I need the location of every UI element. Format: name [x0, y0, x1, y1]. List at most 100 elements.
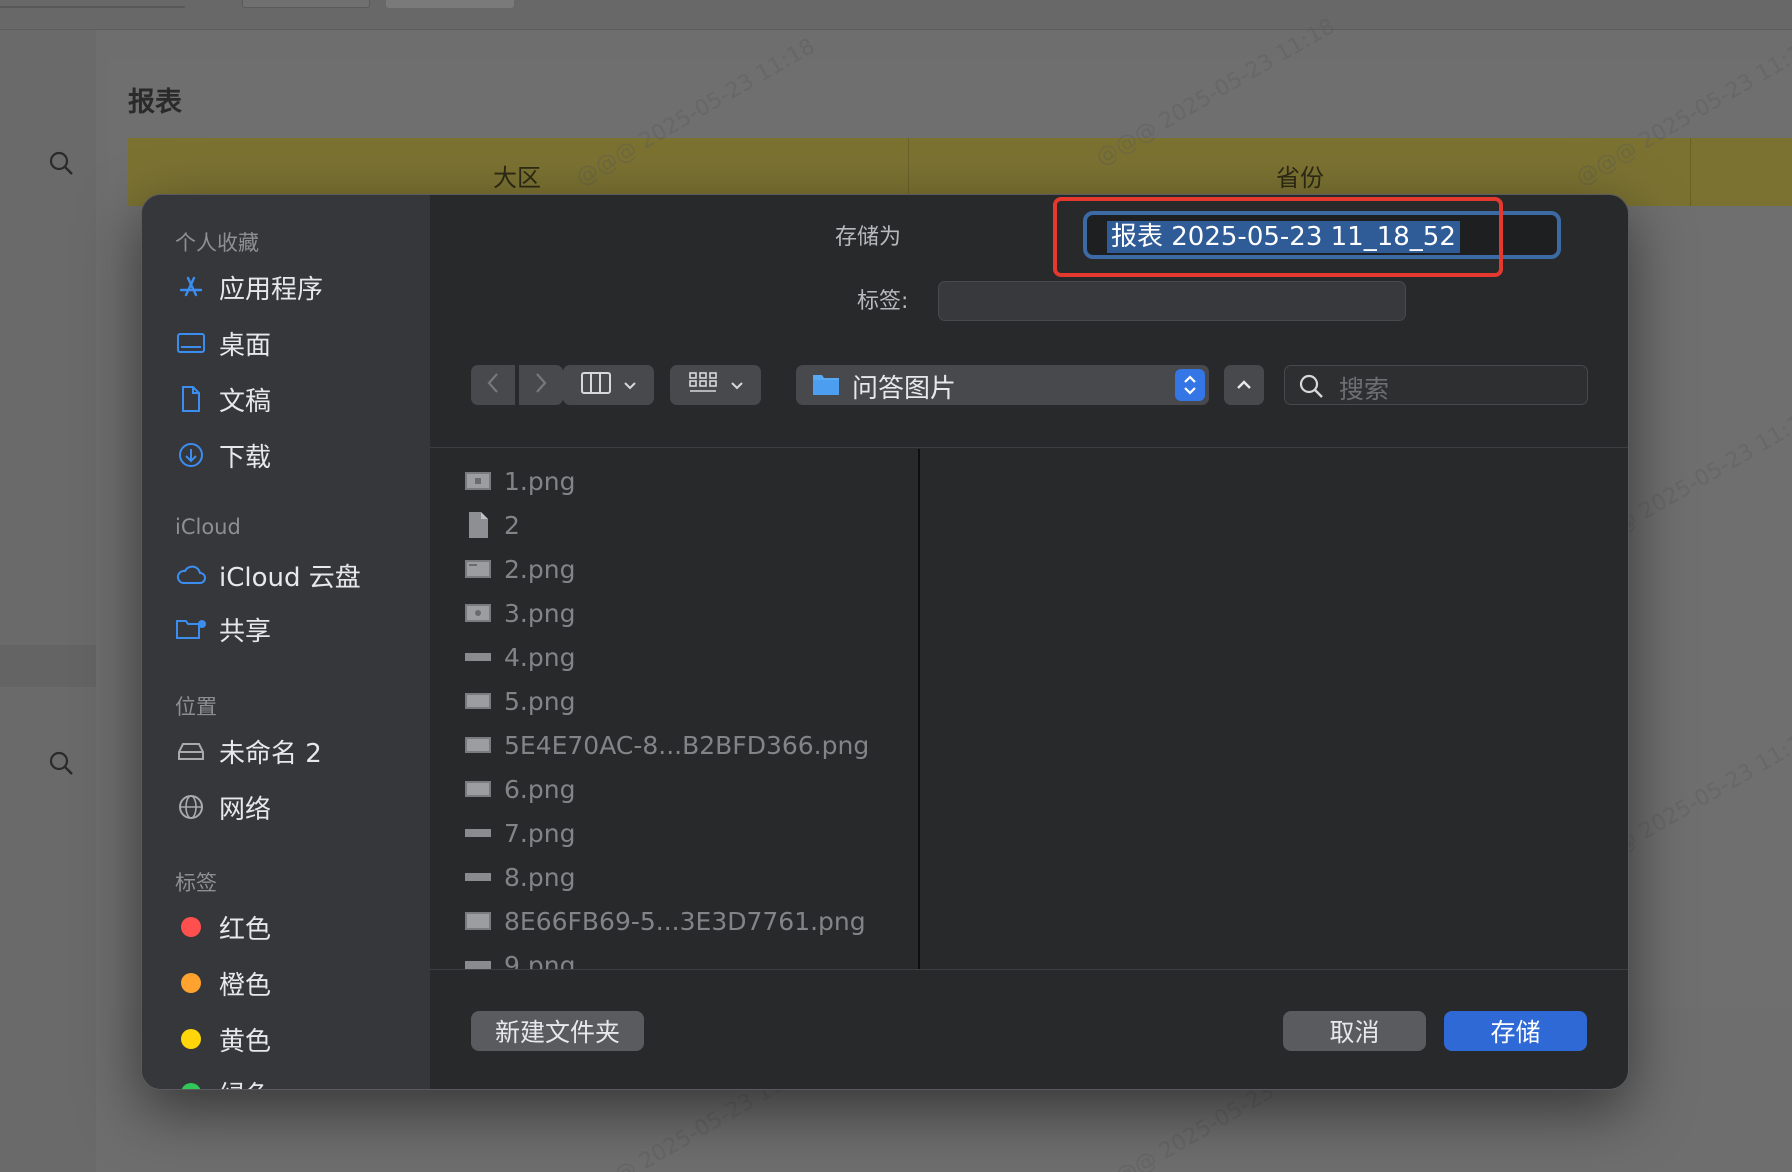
file-row[interactable]: 2	[464, 505, 520, 545]
file-row[interactable]: 4.png	[464, 637, 575, 677]
file-name: 5.png	[504, 686, 576, 716]
sidebar-item-label: 下载	[219, 442, 272, 473]
chevron-down-icon	[623, 376, 637, 395]
image-file-icon	[464, 556, 492, 582]
save-button[interactable]: 存储	[1444, 1011, 1587, 1051]
search-icon	[1297, 372, 1325, 404]
file-name: 3.png	[504, 598, 576, 628]
sidebar-item-applications[interactable]: 应用程序	[175, 265, 415, 309]
search-input[interactable]: 搜索	[1284, 365, 1588, 405]
file-row[interactable]: 5E4E70AC-8...B2BFD366.png	[464, 725, 869, 765]
document-file-icon	[464, 512, 492, 538]
new-folder-button[interactable]: 新建文件夹	[471, 1011, 644, 1051]
document-icon	[175, 383, 207, 415]
background-underline	[0, 6, 185, 8]
file-row[interactable]: 5.png	[464, 681, 575, 721]
tags-field[interactable]	[938, 281, 1406, 321]
background-column-region: 大区	[493, 164, 541, 192]
sidebar-item-shared[interactable]: 共享	[175, 607, 415, 651]
image-file-icon	[464, 468, 492, 494]
up-down-chevron-icon	[1175, 369, 1205, 401]
file-name: 5E4E70AC-8...B2BFD366.png	[504, 730, 870, 760]
image-file-icon	[464, 732, 492, 758]
tag-dot-green	[181, 1083, 201, 1089]
sidebar-item-label: 未命名 2	[219, 738, 322, 769]
desktop-icon	[175, 327, 207, 359]
background-separator	[0, 645, 96, 687]
sidebar-item-network[interactable]: 网络	[175, 785, 415, 829]
background-column-divider	[1690, 138, 1691, 206]
sidebar-section-favorites: 个人收藏	[175, 231, 259, 255]
tag-dot-orange	[181, 973, 201, 993]
sidebar-item-drive[interactable]: 未命名 2	[175, 729, 415, 773]
download-icon	[175, 439, 207, 471]
sidebar-item-desktop[interactable]: 桌面	[175, 321, 415, 365]
sidebar-item-tag-red[interactable]: 红色	[175, 905, 415, 949]
group-by-button[interactable]	[670, 365, 761, 405]
background-topbar	[0, 0, 1792, 30]
file-row[interactable]: 7.png	[464, 813, 575, 853]
drive-icon	[175, 735, 207, 767]
sidebar-item-icloud-drive[interactable]: iCloud 云盘	[175, 553, 415, 597]
forward-button[interactable]	[519, 365, 563, 405]
save-dialog: 个人收藏 应用程序 桌面 文稿 下载 iCloud iCloud 云盘 共享 位…	[141, 194, 1629, 1090]
image-file-icon	[464, 600, 492, 626]
sidebar-section-icloud: iCloud	[175, 515, 241, 539]
sidebar-item-label: 网络	[219, 794, 272, 825]
file-row[interactable]: 2.png	[464, 549, 575, 589]
app-store-icon	[175, 271, 207, 303]
image-file-icon	[464, 644, 492, 670]
search-icon	[48, 750, 74, 776]
file-name: 8.png	[504, 862, 576, 892]
columns-view-icon	[580, 372, 611, 398]
dialog-sidebar: 个人收藏 应用程序 桌面 文稿 下载 iCloud iCloud 云盘 共享 位…	[142, 195, 430, 1089]
image-file-icon	[464, 864, 492, 890]
file-name: 9.png	[504, 950, 576, 970]
file-row[interactable]: 8E66FB69-5...3E3D7761.png	[464, 901, 866, 941]
sidebar-item-label: 黄色	[219, 1026, 272, 1057]
highlight-annotation	[1053, 197, 1503, 277]
file-row[interactable]: 3.png	[464, 593, 575, 633]
tag-dot-red	[181, 917, 201, 937]
location-label: 问答图片	[852, 374, 957, 404]
tag-dot-icon	[175, 1023, 207, 1055]
file-name: 8E66FB69-5...3E3D7761.png	[504, 906, 866, 936]
sidebar-item-label: 桌面	[219, 330, 272, 361]
background-left-column	[0, 30, 96, 1172]
location-popup[interactable]: 问答图片	[796, 365, 1209, 405]
sidebar-item-tag-green[interactable]: 绿色	[175, 1071, 415, 1089]
view-columns-button[interactable]	[563, 365, 654, 405]
cancel-button[interactable]: 取消	[1283, 1011, 1426, 1051]
file-row[interactable]: 1.png	[464, 461, 575, 501]
sidebar-item-tag-orange[interactable]: 橙色	[175, 961, 415, 1005]
file-name: 4.png	[504, 642, 576, 672]
tag-dot-icon	[175, 1077, 207, 1089]
file-name: 6.png	[504, 774, 576, 804]
globe-icon	[175, 791, 207, 823]
sidebar-item-downloads[interactable]: 下载	[175, 433, 415, 477]
image-file-icon	[464, 776, 492, 802]
back-button[interactable]	[471, 365, 515, 405]
footer-divider	[430, 969, 1628, 970]
sidebar-item-documents[interactable]: 文稿	[175, 377, 415, 421]
chevron-up-icon	[1236, 376, 1252, 395]
file-list: 1.png 2 2.png 3.png 4.png 5.png 5E4E70AC…	[430, 449, 918, 969]
file-row[interactable]: 9.png	[464, 945, 575, 969]
file-name: 2	[504, 510, 520, 540]
save-as-label: 存储为	[835, 225, 902, 250]
shared-folder-icon	[175, 613, 207, 645]
image-file-icon	[464, 820, 492, 846]
column-divider[interactable]	[918, 449, 920, 969]
file-row[interactable]: 8.png	[464, 857, 575, 897]
tags-label: 标签:	[857, 289, 909, 314]
collapse-button[interactable]	[1224, 365, 1264, 405]
sidebar-item-tag-yellow[interactable]: 黄色	[175, 1017, 415, 1061]
sidebar-item-label: 橙色	[219, 970, 272, 1001]
file-row[interactable]: 6.png	[464, 769, 575, 809]
sidebar-section-locations: 位置	[175, 695, 217, 719]
sidebar-item-label: iCloud 云盘	[219, 562, 361, 593]
sidebar-item-label: 共享	[219, 616, 272, 647]
file-name: 7.png	[504, 818, 576, 848]
file-name: 1.png	[504, 466, 576, 496]
chevron-left-icon	[486, 372, 500, 398]
